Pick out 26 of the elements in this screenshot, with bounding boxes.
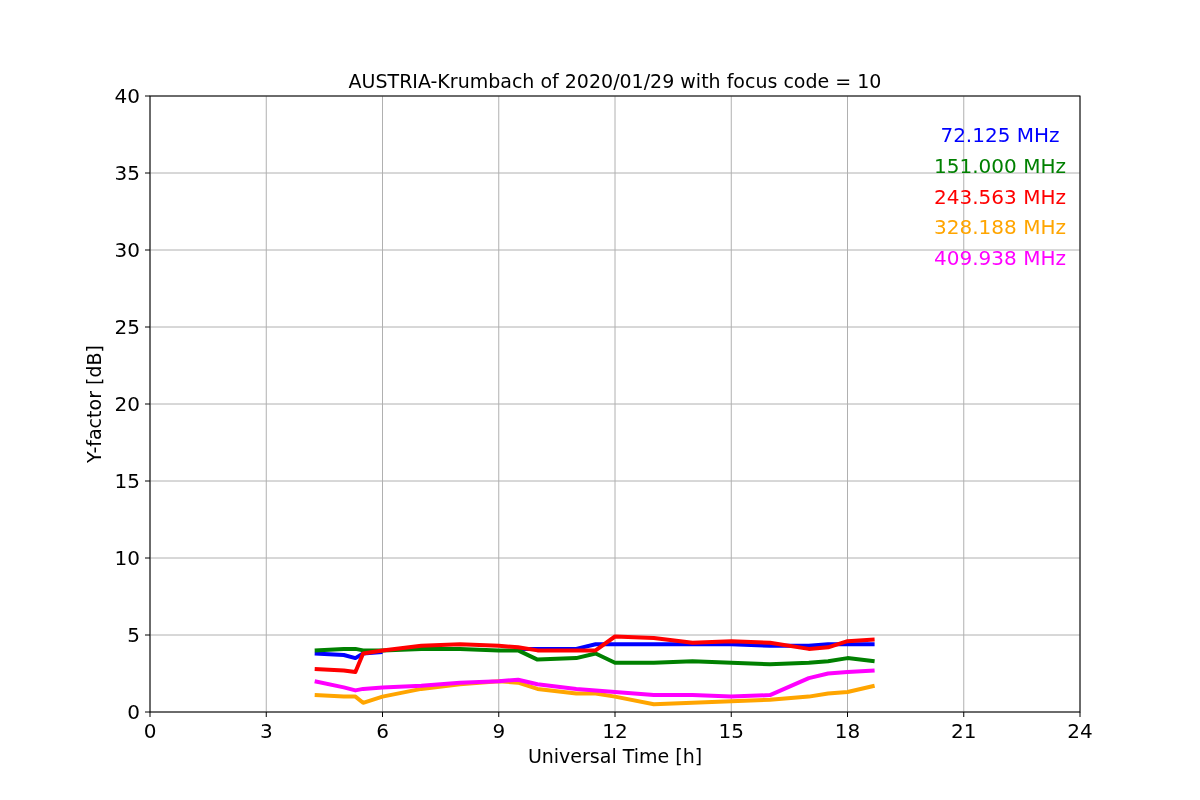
x-tick-label: 24	[1067, 719, 1093, 743]
y-tick-label: 20	[114, 392, 140, 416]
legend-label: 409.938 MHz	[934, 246, 1066, 271]
y-tick-label: 10	[114, 546, 140, 570]
x-tick-label: 0	[143, 719, 157, 743]
legend-label: 72.125 MHz	[940, 123, 1060, 147]
chart-title: AUSTRIA-Krumbach of 2020/01/29 with focus code = 10	[348, 70, 882, 92]
y-tick-label: 40	[114, 84, 140, 108]
y-tick-label: 25	[114, 315, 140, 339]
y-tick-label: 15	[114, 469, 140, 493]
x-tick-label: 18	[834, 719, 861, 743]
x-axis-label: Universal Time [h]	[527, 745, 703, 767]
legend-label: 151.000 MHz	[934, 153, 1066, 178]
legend-label: 328.188 MHz	[934, 215, 1066, 240]
x-tick-label: 6	[376, 719, 389, 743]
y-tick-label: 5	[127, 623, 140, 647]
y-axis-label: Y-factor [dB]	[83, 345, 105, 463]
x-tick-label: 21	[951, 719, 977, 743]
x-tick-label: 3	[259, 719, 273, 743]
x-tick-label: 12	[602, 719, 628, 743]
y-tick-label: 35	[114, 161, 140, 185]
legend-label: 243.563 MHz	[934, 184, 1066, 209]
y-tick-label: 30	[114, 238, 140, 262]
x-tick-label: 9	[492, 719, 506, 743]
x-tick-label: 15	[718, 719, 744, 743]
y-tick-label: 0	[127, 700, 140, 724]
